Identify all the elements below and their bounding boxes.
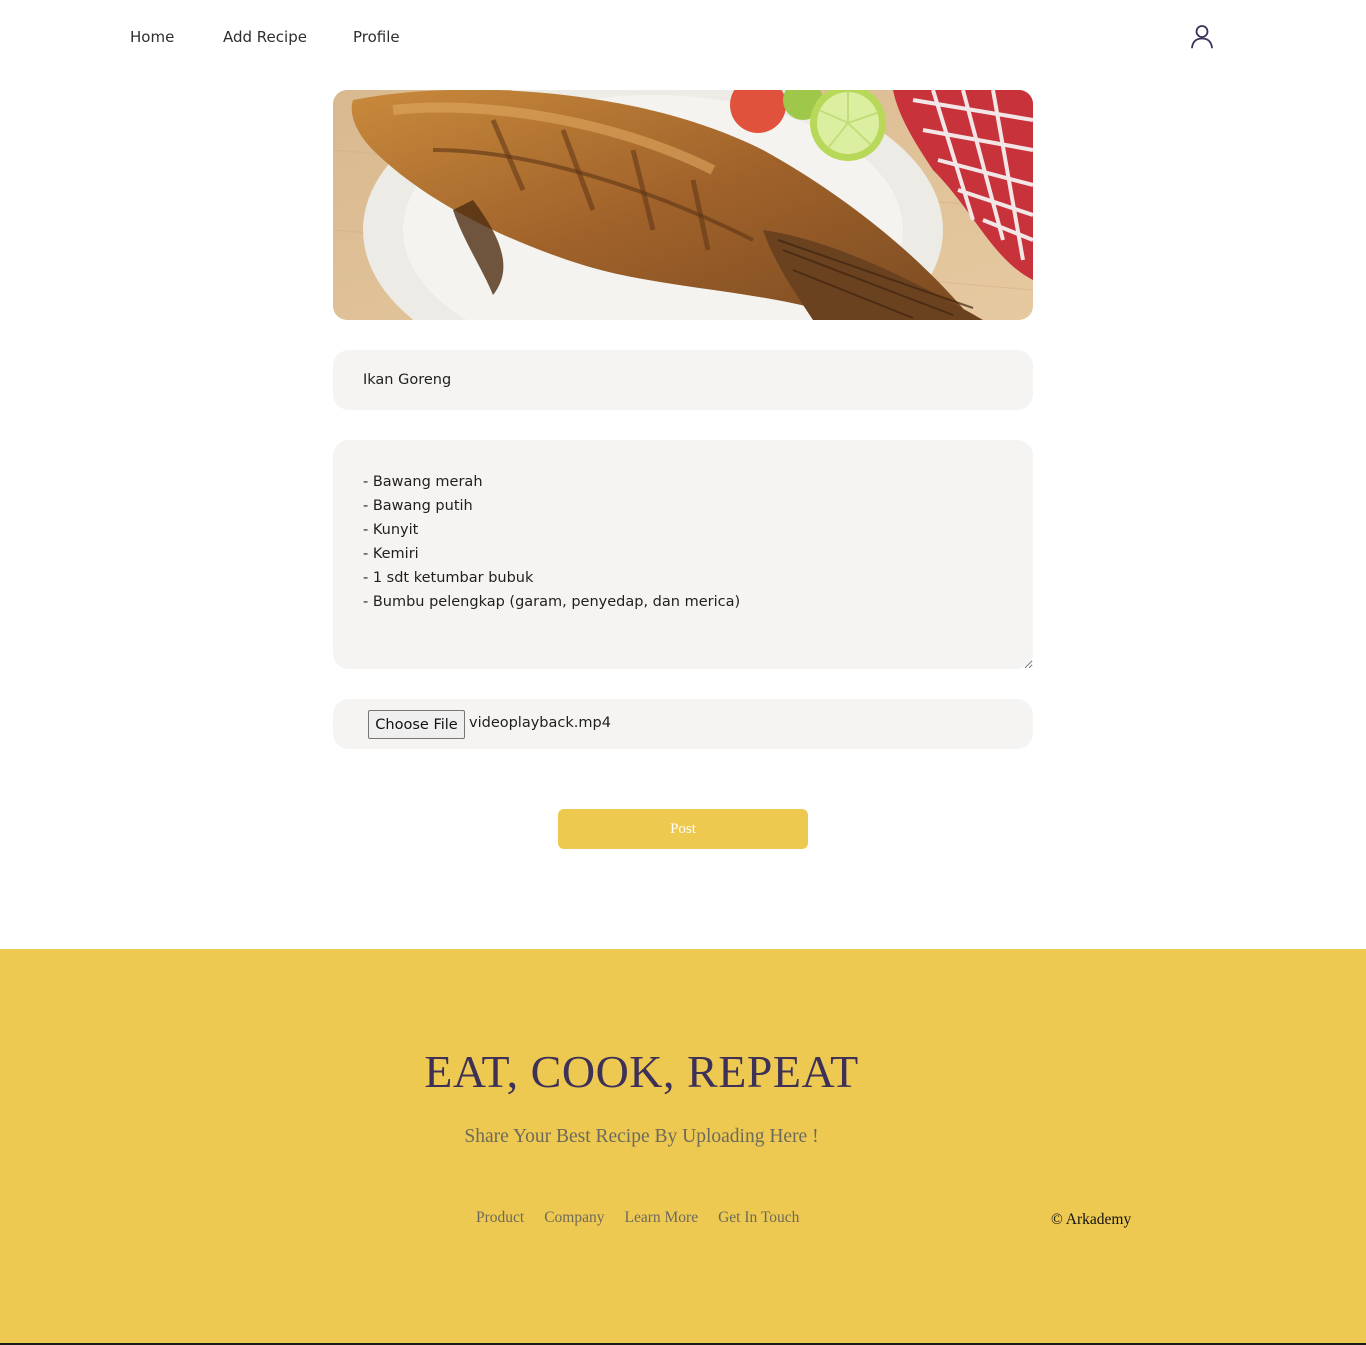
footer-link-learn-more[interactable]: Learn More (625, 1209, 699, 1227)
selected-file-name: videoplayback.mp4 (469, 715, 611, 731)
post-button[interactable]: Post (558, 809, 808, 849)
footer-headline: EAT, COOK, REPEAT (424, 1046, 859, 1097)
footer-links: Product Company Learn More Get In Touch (476, 1209, 799, 1227)
user-icon[interactable] (1188, 22, 1216, 50)
recipe-title-field (333, 350, 1033, 410)
nav-profile-link[interactable]: Profile (353, 28, 400, 46)
footer-subtitle: Share Your Best Recipe By Uploading Here… (464, 1126, 819, 1147)
ingredients-textarea[interactable]: - Bawang merah - Bawang putih - Kunyit -… (333, 440, 1033, 669)
recipe-image-preview[interactable] (333, 90, 1033, 320)
nav-home-link[interactable]: Home (130, 28, 174, 46)
footer-link-get-in-touch[interactable]: Get In Touch (718, 1209, 799, 1227)
ingredients-field: - Bawang merah - Bawang putih - Kunyit -… (333, 440, 1033, 669)
recipe-title-input[interactable] (333, 350, 1033, 410)
video-upload-field: Choose File videoplayback.mp4 (333, 699, 1033, 749)
top-navbar: Home Add Recipe Profile (0, 0, 1366, 76)
footer-link-company[interactable]: Company (544, 1209, 604, 1227)
nav-add-recipe-link[interactable]: Add Recipe (223, 28, 307, 46)
footer: EAT, COOK, REPEAT Share Your Best Recipe… (0, 949, 1366, 1343)
footer-copyright: © Arkademy (1051, 1211, 1132, 1228)
footer-link-product[interactable]: Product (476, 1209, 524, 1227)
choose-file-button[interactable]: Choose File (368, 710, 465, 739)
